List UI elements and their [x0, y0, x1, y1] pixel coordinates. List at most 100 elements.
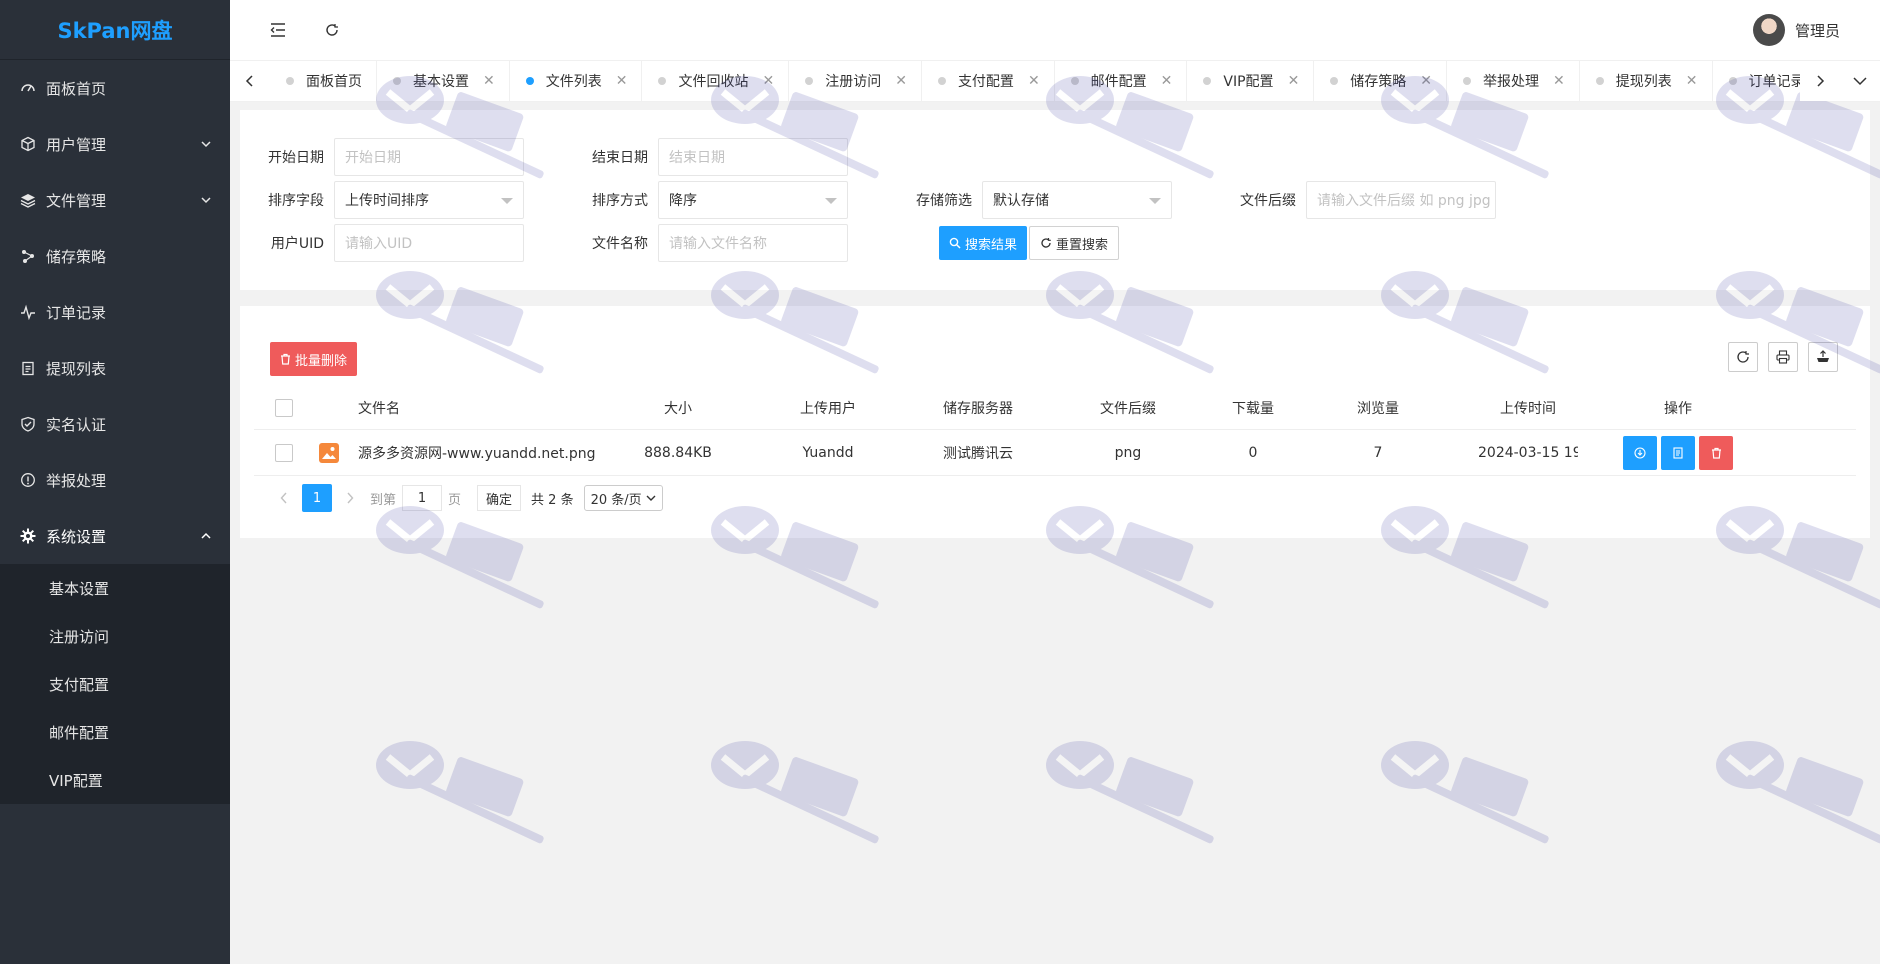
filename-input[interactable]: 请输入文件名称 — [658, 224, 848, 262]
goto-page-input[interactable]: 1 — [402, 485, 443, 511]
sidebar-item-users[interactable]: 用户管理 — [0, 116, 230, 172]
column-header[interactable]: 储存服务器 — [928, 398, 1028, 418]
page-number-current[interactable]: 1 — [302, 484, 332, 512]
tab-dot — [1595, 77, 1604, 85]
sidebar-item-withdraw[interactable]: 提现列表 — [0, 340, 230, 396]
tab-dot — [1728, 77, 1737, 85]
file-ext-cell: png — [1114, 444, 1142, 461]
export-button[interactable] — [1808, 342, 1838, 372]
info-icon — [20, 472, 36, 488]
close-icon[interactable]: ✕ — [1686, 74, 1698, 88]
end-date-input[interactable]: 结束日期 — [658, 138, 848, 176]
sidebar-item-files[interactable]: 文件管理 — [0, 172, 230, 228]
sidebar-subitem-payment[interactable]: 支付配置 — [0, 660, 230, 708]
user-menu[interactable]: 管理员 — [1752, 14, 1840, 46]
sidebar-subitem-mail[interactable]: 邮件配置 — [0, 708, 230, 756]
sidebar-item-storage[interactable]: 储存策略 — [0, 228, 230, 284]
menu-toggle-button[interactable] — [266, 18, 290, 42]
column-header[interactable]: 大小 — [628, 398, 728, 418]
tab-list: 面板首页 基本设置 ✕ 文件列表 ✕ 文件回收站 ✕ 注册访问 ✕ 支付配置 ✕ 邮件配置… — [270, 61, 1800, 101]
tab-dashboard[interactable]: 面板首页 — [270, 61, 377, 101]
tab-reports[interactable]: 举报处理 ✕ — [1447, 61, 1580, 101]
storage-label: 存储筛选 — [916, 193, 972, 209]
storage-select[interactable]: 默认存储 — [982, 181, 1172, 219]
file-type-cell — [314, 442, 344, 464]
user-name: 管理员 — [1794, 21, 1840, 40]
goto-confirm-button[interactable]: 确定 — [477, 485, 522, 511]
tab-register[interactable]: 注册访问 ✕ — [789, 61, 922, 101]
shield-check-icon — [20, 416, 36, 432]
sidebar-item-label: 储存策略 — [46, 247, 107, 266]
refresh-page-button[interactable] — [320, 18, 344, 42]
column-header[interactable]: 浏览量 — [1278, 398, 1478, 418]
tab-dot — [1330, 77, 1339, 85]
sort-field-select[interactable]: 上传时间排序 — [334, 181, 524, 219]
uid-input[interactable]: 请输入UID — [334, 224, 524, 262]
tab-file-list[interactable]: 文件列表 ✕ — [510, 61, 643, 101]
close-icon[interactable]: ✕ — [1028, 74, 1040, 88]
tab-storage[interactable]: 储存策略 ✕ — [1314, 61, 1448, 101]
cube-icon — [20, 136, 36, 152]
close-icon[interactable]: ✕ — [1161, 74, 1173, 88]
print-button[interactable] — [1768, 342, 1798, 372]
tab-withdraw[interactable]: 提现列表 ✕ — [1580, 61, 1713, 101]
detail-button[interactable] — [1661, 435, 1695, 470]
file-name-cell[interactable]: 源多多资源网-www.yuandd.net.png — [344, 443, 628, 463]
row-checkbox[interactable] — [275, 443, 293, 462]
select-all-checkbox[interactable] — [275, 398, 293, 417]
table-row[interactable]: 源多多资源网-www.yuandd.net.png 888.84KB Yuand… — [254, 430, 1856, 476]
sidebar-item-settings[interactable]: 系统设置 — [0, 508, 230, 564]
tab-mail[interactable]: 邮件配置 ✕ — [1055, 61, 1188, 101]
tab-basic-settings[interactable]: 基本设置 ✕ — [377, 61, 510, 101]
tab-vip[interactable]: VIP配置 ✕ — [1187, 61, 1315, 101]
upload-user-cell: Yuandd — [802, 444, 854, 461]
start-date-input[interactable]: 开始日期 — [334, 138, 524, 176]
column-header[interactable]: 上传用户 — [728, 398, 928, 418]
tab-scroll-left-button[interactable] — [230, 61, 270, 101]
tab-label: 基本设置 — [413, 74, 469, 90]
tab-menu-button[interactable] — [1840, 61, 1880, 101]
select-all-cell — [254, 398, 314, 417]
close-icon[interactable]: ✕ — [895, 74, 907, 88]
close-icon[interactable]: ✕ — [1553, 74, 1565, 88]
column-header[interactable]: 上传时间 — [1478, 398, 1578, 418]
sidebar-item-realname[interactable]: 实名认证 — [0, 396, 230, 452]
sidebar-subitem-basic[interactable]: 基本设置 — [0, 564, 230, 612]
search-button[interactable]: 搜索结果 — [939, 226, 1028, 260]
sort-order-select[interactable]: 降序 — [658, 181, 848, 219]
upload-time-cell: 2024-03-15 19:05... — [1478, 444, 1578, 461]
tab-scroll-right-button[interactable] — [1800, 61, 1840, 101]
sidebar-item-orders[interactable]: 订单记录 — [0, 284, 230, 340]
file-table: 文件名 大小 上传用户 储存服务器 文件后缀 下载量 浏览量 上传时间 操作 源… — [254, 386, 1856, 476]
delete-button[interactable] — [1699, 435, 1733, 470]
views-cell: 7 — [1373, 444, 1383, 461]
app-logo[interactable]: SkPan网盘 — [0, 0, 230, 60]
ext-input[interactable]: 请输入文件后缀 如 png jpg 等 — [1306, 181, 1496, 219]
next-page-button[interactable] — [336, 484, 364, 512]
column-header[interactable]: 下载量 — [1228, 398, 1278, 418]
batch-delete-button[interactable]: 批量删除 — [270, 342, 358, 376]
close-icon[interactable]: ✕ — [616, 74, 628, 88]
table-refresh-button[interactable] — [1728, 342, 1758, 372]
column-header[interactable]: 文件后缀 — [1028, 398, 1228, 418]
tab-dot — [393, 77, 401, 85]
tab-recycle-bin[interactable]: 文件回收站 ✕ — [642, 61, 790, 101]
close-icon[interactable]: ✕ — [483, 74, 495, 88]
close-icon[interactable]: ✕ — [1288, 74, 1300, 88]
close-icon[interactable]: ✕ — [1420, 74, 1432, 88]
download-button[interactable] — [1623, 435, 1657, 470]
close-icon[interactable]: ✕ — [762, 74, 774, 88]
prev-page-button[interactable] — [270, 484, 298, 512]
sidebar-subitem-vip[interactable]: VIP配置 — [0, 756, 230, 804]
pulse-icon — [20, 304, 36, 320]
page-size-select[interactable]: 20 条/页 — [583, 485, 663, 511]
sidebar-item-dashboard[interactable]: 面板首页 — [0, 60, 230, 116]
tab-label: 订单记录 — [1748, 74, 1801, 90]
tab-orders[interactable]: 订单记录✕ — [1713, 61, 1801, 101]
reset-button[interactable]: 重置搜索 — [1029, 226, 1120, 260]
tab-payment[interactable]: 支付配置 ✕ — [922, 61, 1055, 101]
sidebar-subitem-register[interactable]: 注册访问 — [0, 612, 230, 660]
column-header[interactable]: 文件名 — [344, 398, 628, 418]
sidebar-item-reports[interactable]: 举报处理 — [0, 452, 230, 508]
chevron-left-icon — [280, 492, 287, 504]
